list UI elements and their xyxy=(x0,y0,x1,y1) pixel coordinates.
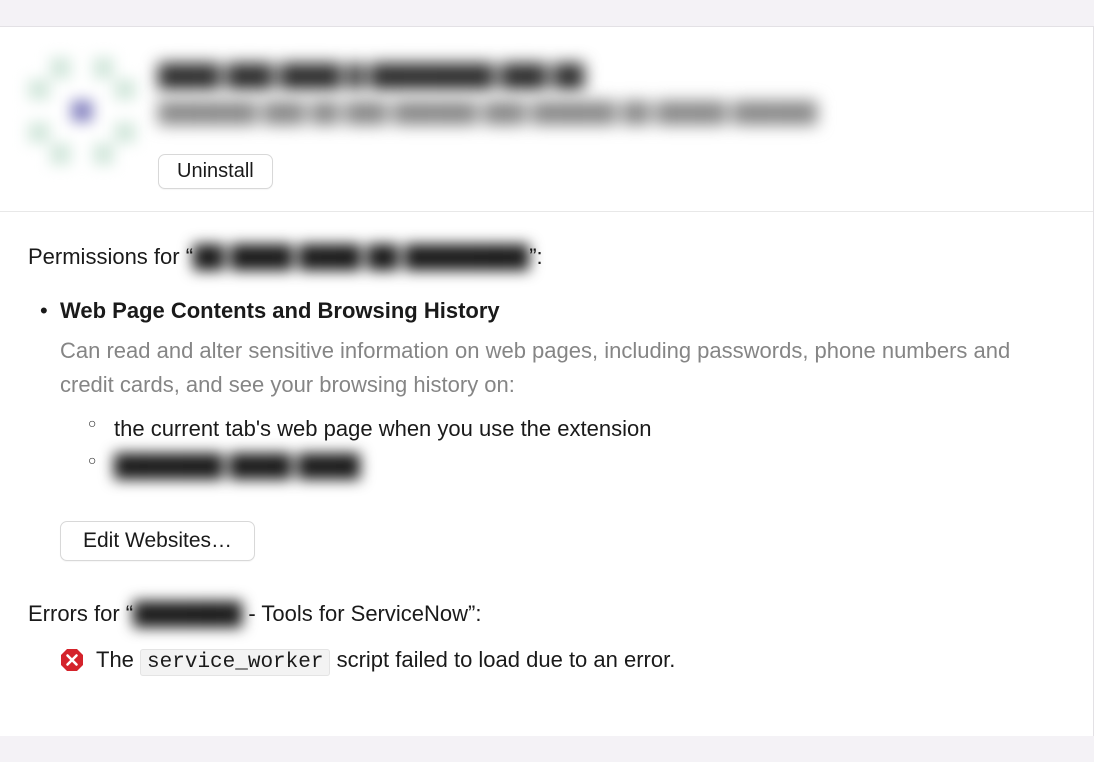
error-message: The service_worker script failed to load… xyxy=(96,647,675,674)
errors-heading: Errors for “███████ - Tools for ServiceN… xyxy=(28,601,1065,627)
extension-header-text: ████ ███ ████ █ ████████ ███ ██ ███████ … xyxy=(158,57,1065,189)
extension-header: ████ ███ ████ █ ████████ ███ ██ ███████ … xyxy=(0,27,1093,212)
error-message-pre: The xyxy=(96,647,140,672)
edit-websites-button[interactable]: Edit Websites… xyxy=(60,521,255,561)
permissions-heading-suffix: ”: xyxy=(529,244,542,269)
permission-item: Web Page Contents and Browsing History C… xyxy=(40,298,1065,485)
extension-details-panel: ████ ███ ████ █ ████████ ███ ██ ███████ … xyxy=(0,26,1094,736)
permission-subitem: ███████ ████ ████ xyxy=(88,447,1065,484)
errors-heading-visible: - Tools for ServiceNow”: xyxy=(242,601,481,626)
permission-subitem-text: the current tab's web page when you use … xyxy=(114,416,651,441)
uninstall-button[interactable]: Uninstall xyxy=(158,154,273,189)
extension-body: Permissions for “██ ████ ████ ██ ███████… xyxy=(0,212,1093,694)
permission-title: Web Page Contents and Browsing History xyxy=(60,298,1065,324)
errors-heading-prefix: Errors for “ xyxy=(28,601,133,626)
extension-description: ███████ ███ ██ ███ ██████ ███ ██████ ██ … xyxy=(158,98,1065,128)
error-icon xyxy=(60,648,84,672)
extension-title: ████ ███ ████ █ ████████ ███ ██ xyxy=(158,61,1065,92)
permissions-list: Web Page Contents and Browsing History C… xyxy=(28,298,1065,485)
extension-icon xyxy=(28,57,136,165)
error-message-post: script failed to load due to an error. xyxy=(330,647,675,672)
permission-description: Can read and alter sensitive information… xyxy=(60,334,1065,402)
errors-heading-name: ███████ xyxy=(133,601,242,627)
permission-sublist: the current tab's web page when you use … xyxy=(60,410,1065,485)
permissions-heading: Permissions for “██ ████ ████ ██ ███████… xyxy=(28,244,1065,270)
permission-subitem: the current tab's web page when you use … xyxy=(88,410,1065,447)
permissions-heading-prefix: Permissions for “ xyxy=(28,244,193,269)
error-code: service_worker xyxy=(140,649,330,676)
permissions-heading-name: ██ ████ ████ ██ ████████ xyxy=(193,244,529,270)
permission-subitem-text: ███████ ████ ████ xyxy=(114,447,360,484)
error-row: The service_worker script failed to load… xyxy=(28,647,1065,674)
